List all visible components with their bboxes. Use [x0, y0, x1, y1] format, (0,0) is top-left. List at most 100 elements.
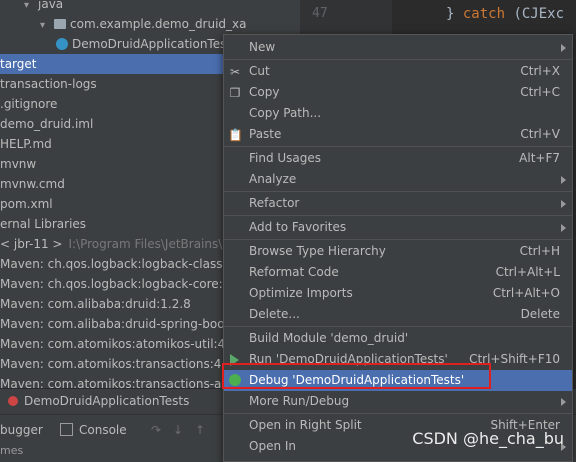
submenu-arrow-icon	[561, 398, 566, 406]
menu-item-shortcut: Ctrl+Alt+L	[495, 265, 560, 279]
menu-item-shortcut: Ctrl+V	[520, 127, 560, 141]
watermark: CSDN @he_cha_bu	[412, 429, 564, 448]
tree-item-label: Maven: ch.qos.logback:logback-classic	[0, 257, 233, 271]
scissors-icon: ✂	[229, 65, 241, 79]
menu-item-analyze[interactable]: Analyze	[224, 169, 572, 190]
menu-item-shortcut: Ctrl+C	[520, 85, 560, 99]
tree-item-label: Maven: com.alibaba:druid:1.2.8	[0, 297, 191, 311]
class-icon	[56, 38, 68, 50]
highlight-annotation-box	[222, 363, 491, 389]
menu-item-find-usages[interactable]: Find Usages Alt+F7	[224, 148, 572, 169]
menu-item-label: Refactor	[249, 196, 300, 210]
step-into-icon[interactable]: ↓	[170, 423, 186, 437]
paste-icon: 📋	[228, 128, 243, 142]
menu-item-label: Delete...	[249, 307, 300, 321]
menu-item-label: New	[249, 40, 276, 54]
tree-item-label: Maven: ch.qos.logback:logback-core:1	[0, 277, 231, 291]
menu-item-paste[interactable]: 📋 Paste Ctrl+V	[224, 124, 572, 145]
menu-item-build-module-demo-druid[interactable]: Build Module 'demo_druid'	[224, 328, 572, 349]
package-icon	[54, 19, 66, 29]
menu-item-label: Build Module 'demo_druid'	[249, 331, 409, 345]
menu-item-copy-path[interactable]: Copy Path...	[224, 103, 572, 124]
console-tab-label: Console	[79, 423, 127, 437]
menu-item-reformat-code[interactable]: Reformat Code Ctrl+Alt+L	[224, 262, 572, 283]
tree-item-label: mvnw.cmd	[0, 177, 65, 191]
menu-separator	[224, 146, 572, 147]
menu-item-label: Open In	[249, 439, 297, 453]
menu-item-shortcut: Ctrl+H	[519, 244, 560, 258]
menu-separator	[224, 326, 572, 327]
menu-item-optimize-imports[interactable]: Optimize Imports Ctrl+Alt+O	[224, 283, 572, 304]
tree-item-label: .gitignore	[0, 97, 58, 111]
menu-separator	[224, 215, 572, 216]
debugger-tab[interactable]: bugger	[0, 423, 43, 437]
submenu-arrow-icon	[561, 176, 566, 184]
tree-item-label: target	[0, 57, 37, 71]
code-keyword: catch	[462, 6, 506, 22]
menu-item-more-run-debug[interactable]: More Run/Debug	[224, 391, 572, 412]
step-out-icon[interactable]: ↑	[192, 423, 208, 437]
menu-separator	[224, 59, 572, 60]
menu-item-label: Reformat Code	[249, 265, 339, 279]
submenu-arrow-icon	[561, 44, 566, 52]
step-over-icon[interactable]: ↷	[148, 423, 164, 437]
tree-item-label: java	[38, 0, 64, 11]
menu-item-cut[interactable]: ✂ Cut Ctrl+X	[224, 61, 572, 82]
menu-item-label: Find Usages	[249, 151, 322, 165]
tree-item-path: I:\Program Files\JetBrains\	[68, 237, 223, 251]
tree-item-label: ernal Libraries	[0, 217, 87, 231]
menu-item-label: Cut	[249, 64, 270, 78]
submenu-arrow-icon	[561, 200, 566, 208]
tree-item[interactable]: ▾ com.example.demo_druid_xa	[0, 14, 300, 34]
menu-item-label: Open in Right Split	[249, 418, 362, 432]
code-line: } catch (CJExc	[446, 6, 564, 22]
line-number: 47	[312, 6, 328, 21]
debug-action-icons: ↷ ↓ ↑	[148, 423, 214, 437]
console-icon	[60, 423, 73, 436]
menu-item-shortcut: Ctrl+X	[520, 64, 560, 78]
context-menu: New ✂ Cut Ctrl+X ❐ Copy Ctrl+C Copy Path... 📋 Pas…	[223, 34, 573, 462]
menu-item-label: Copy Path...	[249, 106, 322, 120]
tree-item-label: demo_druid.iml	[0, 117, 94, 131]
tree-item-label: HELP.md	[0, 137, 52, 151]
menu-item-label: Copy	[249, 85, 280, 99]
menu-item-delete[interactable]: Delete... Delete	[224, 304, 572, 325]
menu-separator	[224, 239, 572, 240]
run-tab-label: DemoDruidApplicationTests	[24, 394, 190, 408]
menu-item-label: Paste	[249, 127, 282, 141]
tree-item-label: Maven: com.atomikos:transactions:4.0	[0, 357, 233, 371]
code-prefix: }	[446, 6, 463, 22]
debug-icon	[8, 396, 18, 406]
menu-item-shortcut: Alt+F7	[519, 151, 560, 165]
tree-item-label: transaction-logs	[0, 77, 97, 91]
menu-item-label: Optimize Imports	[249, 286, 353, 300]
menu-item-shortcut: Ctrl+Alt+O	[492, 286, 560, 300]
menu-item-copy[interactable]: ❐ Copy Ctrl+C	[224, 82, 572, 103]
tree-item-label: Maven: com.alibaba:druid-spring-boot	[0, 317, 230, 331]
tree-item-label: com.example.demo_druid_xa	[70, 17, 247, 31]
tree-item-label: DemoDruidApplicationTests	[72, 37, 238, 51]
menu-item-label: Analyze	[249, 172, 297, 186]
tree-item-label: Maven: com.atomikos:atomikos-util:4.0	[0, 337, 237, 351]
menu-item-label: Add to Favorites	[249, 220, 347, 234]
tree-item-label: < jbr-11 >	[0, 237, 63, 251]
menu-item-browse-type-hierarchy[interactable]: Browse Type Hierarchy Ctrl+H	[224, 241, 572, 262]
menu-separator	[224, 413, 572, 414]
menu-item-new[interactable]: New	[224, 37, 572, 58]
menu-item-label: More Run/Debug	[249, 394, 350, 408]
copy-icon: ❐	[229, 86, 241, 100]
tree-item[interactable]: ▾ java	[0, 0, 300, 14]
menu-item-shortcut: Delete	[520, 307, 560, 321]
console-tab[interactable]: Console	[60, 423, 127, 437]
tree-item-label: mvnw	[0, 157, 37, 171]
menu-item-refactor[interactable]: Refactor	[224, 193, 572, 214]
expand-arrow-icon[interactable]: ▾	[24, 0, 38, 14]
run-tab[interactable]: DemoDruidApplicationTests	[8, 394, 189, 408]
tree-item-label: Maven: com.atomikos:transactions-api	[0, 377, 233, 388]
expand-arrow-icon[interactable]: ▾	[40, 16, 54, 34]
submenu-arrow-icon	[561, 224, 566, 232]
menu-separator	[224, 191, 572, 192]
menu-item-label: Browse Type Hierarchy	[249, 244, 386, 258]
code-rest: (CJExc	[505, 6, 565, 22]
menu-item-add-to-favorites[interactable]: Add to Favorites	[224, 217, 572, 238]
